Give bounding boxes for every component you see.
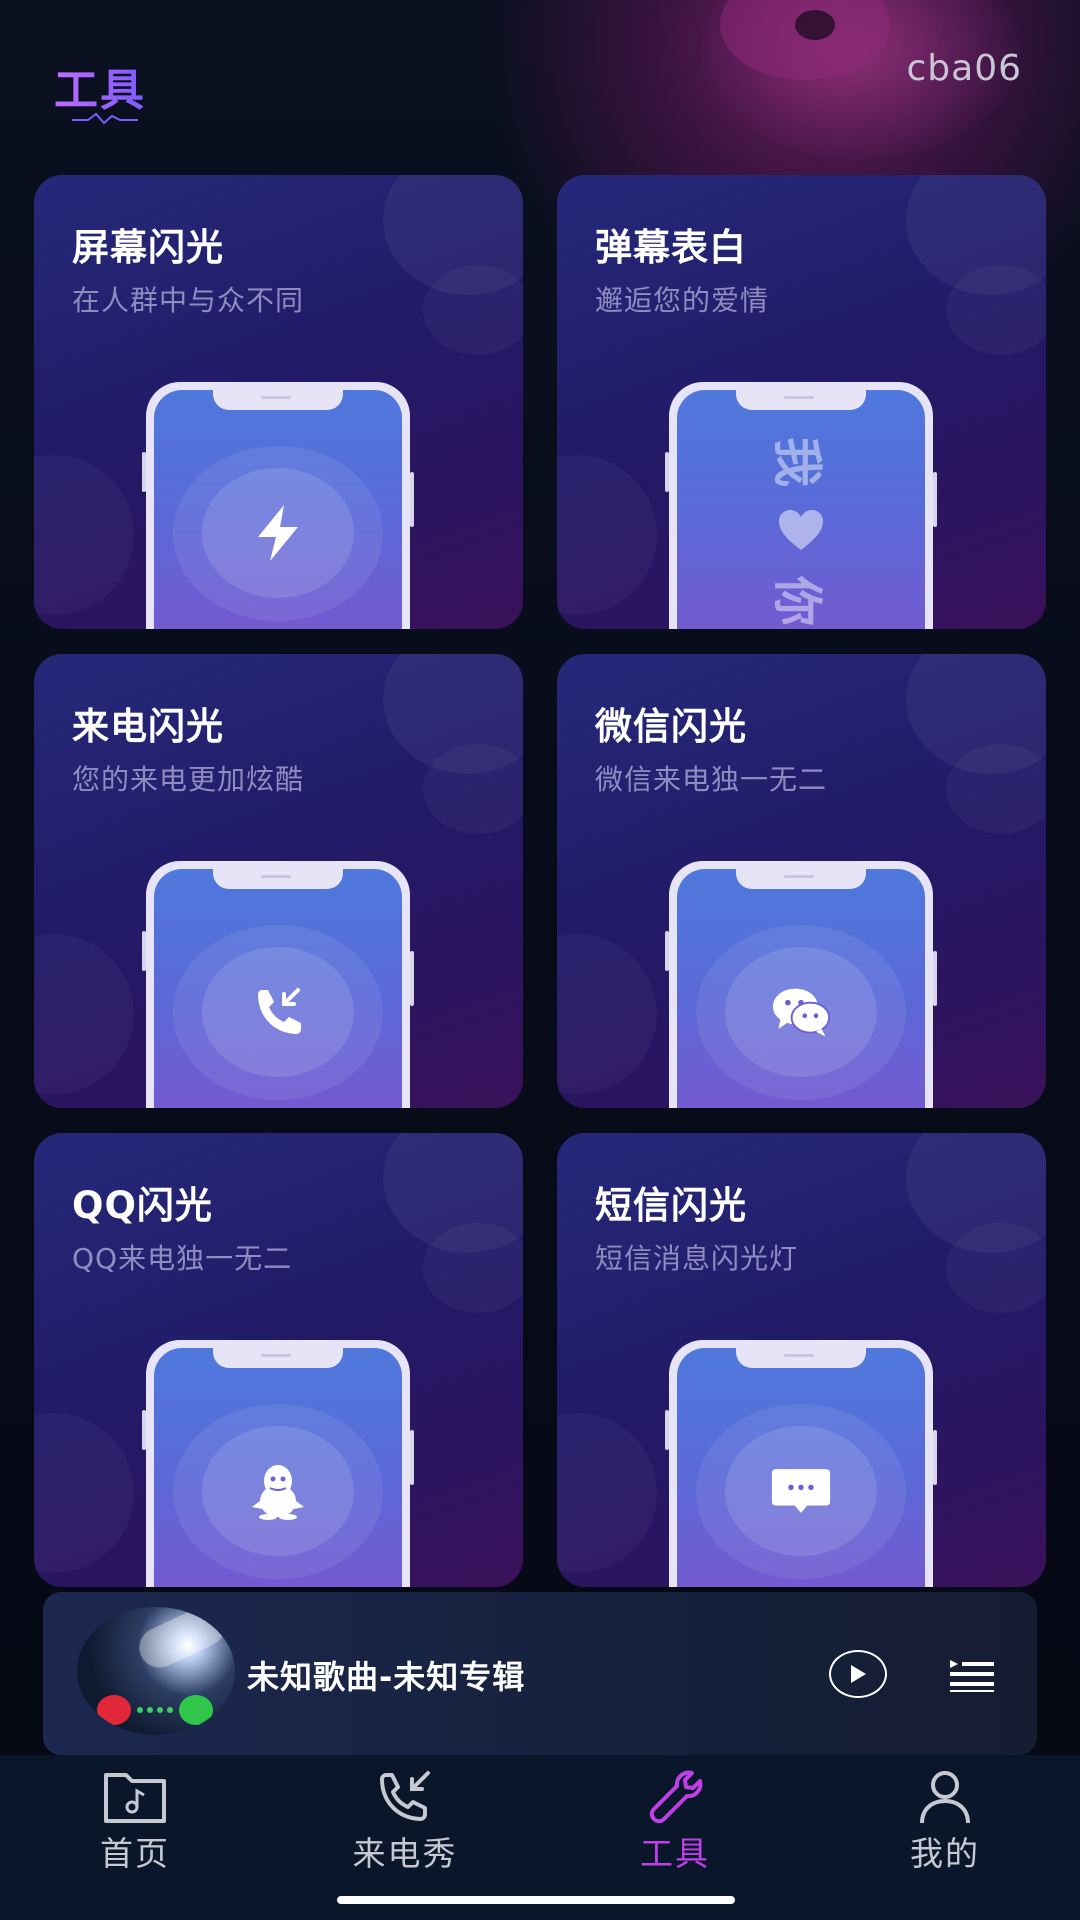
phone-screen	[154, 1348, 402, 1587]
tool-card-title: 来电闪光	[72, 705, 224, 748]
phone-screen	[677, 869, 925, 1108]
incoming-call-icon	[248, 982, 308, 1042]
tools-screen: 工具 cba06 屏幕闪光 在人群中与众不同 弹幕表白 邂逅您的爱情 我 你 来…	[0, 0, 1080, 1920]
phone-illustration	[142, 382, 414, 629]
phone-notch	[736, 869, 866, 889]
tool-card-subtitle: 微信来电独一无二	[595, 763, 828, 796]
playlist-icon[interactable]	[948, 1654, 996, 1694]
album-cover-image[interactable]	[77, 1607, 235, 1735]
tool-card-qq-flash[interactable]: QQ闪光 QQ来电独一无二	[34, 1133, 523, 1587]
phone-side-button	[142, 452, 146, 492]
phone-illustration	[665, 1340, 937, 1587]
header-disc-center-decoration	[795, 10, 835, 40]
tool-card-sms-flash[interactable]: 短信闪光 短信消息闪光灯	[557, 1133, 1046, 1587]
phone-illustration	[142, 861, 414, 1108]
phone-side-button	[665, 452, 669, 492]
wechat-icon	[771, 982, 831, 1042]
phone-side-button	[410, 472, 414, 527]
phone-illustration	[665, 861, 937, 1108]
album-cover-decline-button-art	[97, 1695, 131, 1725]
card-bubble-decoration	[423, 1223, 523, 1313]
card-bubble-decoration	[557, 934, 657, 1094]
tool-card-title: 弹幕表白	[595, 226, 747, 269]
card-bubble-decoration	[34, 934, 134, 1094]
phone-side-button	[410, 1430, 414, 1485]
card-bubble-decoration	[34, 455, 134, 615]
wrench-icon	[649, 1770, 703, 1824]
phone-screen	[677, 1348, 925, 1587]
music-folder-icon	[104, 1773, 166, 1823]
tab-label: 首页	[100, 1834, 170, 1873]
phone-side-button	[933, 1430, 937, 1485]
phone-side-button	[665, 931, 669, 971]
tab-home[interactable]: 首页	[35, 1767, 235, 1875]
card-bubble-decoration	[34, 1413, 134, 1573]
tab-label: 来电秀	[352, 1834, 458, 1873]
phone-notch	[736, 1348, 866, 1368]
home-indicator[interactable]	[337, 1896, 735, 1904]
card-bubble-decoration	[946, 1223, 1046, 1313]
tab-label: 工具	[640, 1834, 710, 1873]
tool-card-title: 短信闪光	[595, 1184, 747, 1227]
tool-card-call-flash[interactable]: 来电闪光 您的来电更加炫酷	[34, 654, 523, 1108]
tool-card-subtitle: 您的来电更加炫酷	[72, 763, 305, 796]
tab-mine[interactable]: 我的	[845, 1767, 1045, 1875]
phone-side-button	[410, 951, 414, 1006]
phone-notch	[213, 1348, 343, 1368]
lightning-icon	[248, 503, 308, 563]
card-bubble-decoration	[423, 744, 523, 834]
tab-tools[interactable]: 工具	[575, 1767, 775, 1875]
phone-side-button	[142, 1410, 146, 1450]
tool-card-danmaku-love[interactable]: 弹幕表白 邂逅您的爱情 我 你	[557, 175, 1046, 629]
tab-call-show[interactable]: 来电秀	[305, 1767, 505, 1875]
user-icon	[920, 1771, 970, 1824]
username-label: cba06	[906, 48, 1022, 89]
tool-card-title: 微信闪光	[595, 705, 747, 748]
phone-side-button	[142, 931, 146, 971]
card-bubble-decoration	[946, 744, 1046, 834]
phone-illustration: 我 你	[665, 382, 937, 629]
card-bubble-decoration	[557, 455, 657, 615]
tool-card-subtitle: QQ来电独一无二	[72, 1242, 293, 1275]
mini-player[interactable]: 未知歌曲-未知专辑	[43, 1592, 1037, 1755]
tool-card-subtitle: 短信消息闪光灯	[595, 1242, 799, 1275]
incoming-call-icon	[380, 1771, 430, 1821]
album-cover-flash-beam	[132, 1607, 232, 1675]
phone-screen	[154, 869, 402, 1108]
title-wave-underline	[72, 112, 138, 125]
card-bubble-decoration	[557, 1413, 657, 1573]
tool-card-title: 屏幕闪光	[72, 226, 224, 269]
phone-screen: 我 你	[677, 390, 925, 629]
tool-card-subtitle: 在人群中与众不同	[72, 284, 305, 317]
phone-side-button	[665, 1410, 669, 1450]
album-cover-accept-button-art	[179, 1695, 213, 1725]
tool-card-screen-flash[interactable]: 屏幕闪光 在人群中与众不同	[34, 175, 523, 629]
card-bubble-decoration	[423, 265, 523, 355]
play-button[interactable]	[829, 1650, 887, 1698]
play-icon	[851, 1665, 866, 1683]
qq-penguin-icon	[248, 1461, 308, 1521]
phone-side-button	[933, 472, 937, 527]
tool-card-title: QQ闪光	[72, 1184, 213, 1227]
album-cover-dots-art	[137, 1707, 173, 1713]
phone-side-button	[933, 951, 937, 1006]
phone-illustration	[142, 1340, 414, 1587]
card-bubble-decoration	[946, 265, 1046, 355]
tool-card-wechat-flash[interactable]: 微信闪光 微信来电独一无二	[557, 654, 1046, 1108]
phone-notch	[213, 869, 343, 889]
sms-message-icon	[771, 1461, 831, 1521]
tools-grid: 屏幕闪光 在人群中与众不同 弹幕表白 邂逅您的爱情 我 你 来电闪光 您的来电更…	[34, 175, 1046, 1587]
tool-card-subtitle: 邂逅您的爱情	[595, 284, 770, 317]
love-text-bottom: 你	[768, 576, 826, 626]
tab-label: 我的	[910, 1834, 980, 1873]
phone-notch	[213, 390, 343, 410]
phone-screen	[154, 390, 402, 629]
song-title: 未知歌曲-未知专辑	[247, 1658, 526, 1696]
